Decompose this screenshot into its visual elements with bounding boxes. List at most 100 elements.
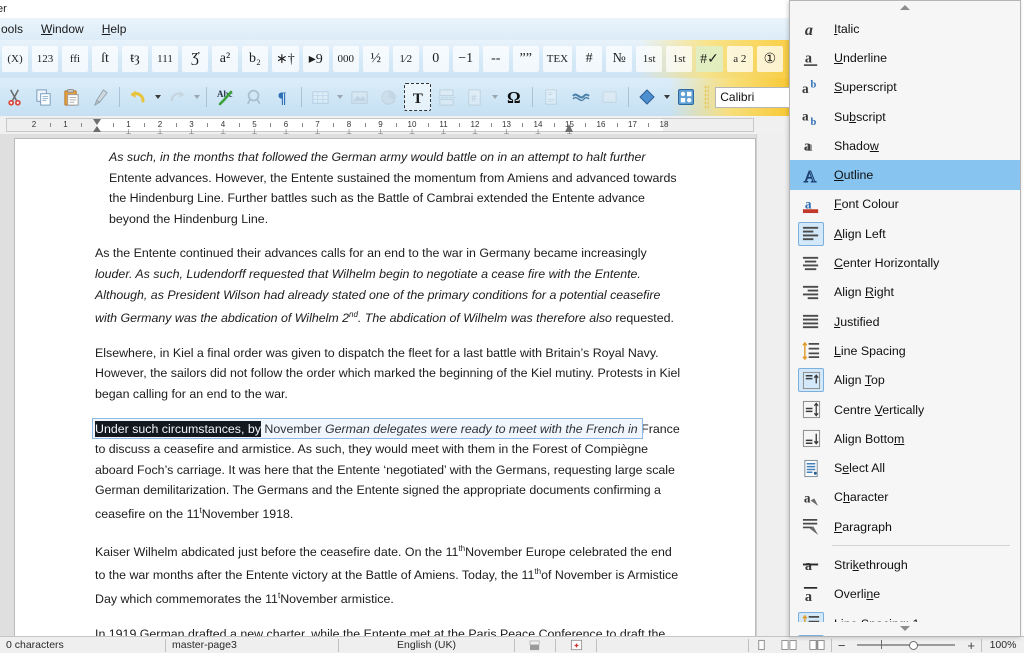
- undo-icon[interactable]: [125, 83, 152, 111]
- document-page[interactable]: As such, in the months that followed the…: [14, 138, 756, 636]
- oldstyle-figures-button[interactable]: 123: [32, 46, 58, 72]
- special-character-icon[interactable]: Ω: [501, 83, 528, 111]
- lining-figures-button[interactable]: 111: [152, 46, 178, 72]
- horizontal-ruler[interactable]: 211⊥2⊥3⊥4⊥5⊥6⊥7⊥8⊥9⊥10⊥11⊥12⊥13⊥14⊥15⊥16…: [0, 116, 790, 134]
- menu-help[interactable]: Help: [93, 20, 136, 38]
- hash-button[interactable]: #: [576, 46, 602, 72]
- book-view-icon[interactable]: [803, 637, 831, 653]
- menu-item-centre-vertically[interactable]: Centre Vertically: [790, 395, 1020, 424]
- menu-item-center-horizontally[interactable]: Center Horizontally: [790, 248, 1020, 277]
- menu-item-character[interactable]: aCharacter: [790, 483, 1020, 512]
- single-page-view-icon[interactable]: [749, 637, 775, 653]
- table-dropdown-caret: [335, 84, 345, 110]
- basic-shapes-icon[interactable]: [634, 83, 661, 111]
- menu-item-line-spacing[interactable]: Line Spacing: [790, 336, 1020, 365]
- menu-item-shadow[interactable]: aaShadow: [790, 131, 1020, 160]
- ruler-indent-right[interactable]: [565, 124, 574, 132]
- ballot-x-button[interactable]: (X): [2, 46, 28, 72]
- minus-one-button[interactable]: −1: [453, 46, 479, 72]
- insert-bookmark-icon[interactable]: [567, 83, 594, 111]
- page-text-body[interactable]: As such, in the months that followed the…: [95, 147, 685, 636]
- ruler-right-margin: [663, 119, 753, 131]
- tex-button[interactable]: TEX: [543, 46, 572, 72]
- double-hyphen-button[interactable]: --: [483, 46, 509, 72]
- paragraph[interactable]: In 1919 German drafted a new charter, wh…: [95, 624, 685, 636]
- menu-item-select-all[interactable]: Select All: [790, 453, 1020, 482]
- stacked-half-button[interactable]: 1⁄2: [393, 46, 419, 72]
- menu-item-strikethrough[interactable]: aStrikethrough: [790, 550, 1020, 579]
- ligature-tz-button[interactable]: ŧȝ: [122, 46, 148, 72]
- slashed-nine-button[interactable]: ▸9: [303, 46, 329, 72]
- paragraph[interactable]: As the Entente continued their advances …: [95, 243, 685, 329]
- asterisk-dagger-button[interactable]: ∗†: [272, 46, 299, 72]
- insert-text-box-icon[interactable]: T: [404, 83, 431, 111]
- triple-zero-button[interactable]: 000: [333, 46, 359, 72]
- zoom-out-icon[interactable]: −: [838, 638, 846, 653]
- quotes-button[interactable]: ””: [513, 46, 539, 72]
- status-language[interactable]: English (UK): [339, 637, 514, 653]
- ordinal-flat-button[interactable]: 1st: [636, 46, 662, 72]
- status-save-icon[interactable]: [556, 637, 596, 653]
- subscript-b2-button[interactable]: b₂: [242, 46, 268, 72]
- circled-one-button[interactable]: ①: [757, 46, 783, 72]
- letter-number-button[interactable]: a 2: [727, 46, 753, 72]
- clone-formatting-icon[interactable]: [87, 83, 114, 111]
- fraction-half-button[interactable]: ½: [363, 46, 389, 72]
- undo-dropdown-caret[interactable]: [153, 84, 163, 110]
- zoom-slider-knob[interactable]: [909, 641, 918, 650]
- menu-item-superscript[interactable]: abSuperscript: [790, 73, 1020, 102]
- zoom-level-label[interactable]: 100%: [982, 637, 1024, 653]
- ligature-st-button[interactable]: ſt: [92, 46, 118, 72]
- format-overflow-menu[interactable]: aItalicaUnderlineabSuperscriptabSubscrip…: [789, 0, 1021, 637]
- ornament-button[interactable]: Ʒ̓: [182, 46, 208, 72]
- spelling-icon[interactable]: Abc: [212, 83, 239, 111]
- paragraph[interactable]: Kaiser Wilhelm abdicated just before the…: [95, 539, 685, 610]
- menu-item-align-top[interactable]: Align Top: [790, 366, 1020, 395]
- shapes-dropdown-caret[interactable]: [661, 84, 671, 110]
- menu-item-align-bottom[interactable]: Align Bottom: [790, 424, 1020, 453]
- menu-item-paragraph[interactable]: Paragraph: [790, 512, 1020, 541]
- zoom-slider-track[interactable]: [847, 639, 965, 651]
- scroll-down-arrow[interactable]: [791, 622, 1019, 635]
- menu-window[interactable]: Window: [32, 20, 93, 38]
- document-canvas[interactable]: As such, in the months that followed the…: [0, 134, 790, 636]
- find-replace-icon[interactable]: [241, 83, 268, 111]
- ordinal-superscript-button[interactable]: 1st: [666, 46, 692, 72]
- status-selection-mode-icon[interactable]: [515, 637, 555, 653]
- status-page-style[interactable]: master-page3: [166, 637, 338, 653]
- sidebar-strip[interactable]: [756, 134, 790, 636]
- menu-item-overline[interactable]: aOverline: [790, 580, 1020, 609]
- hash-check-button[interactable]: #✓: [696, 46, 723, 72]
- ligature-ffi-button[interactable]: ffi: [62, 46, 88, 72]
- menu-item-italic[interactable]: aItalic: [790, 14, 1020, 43]
- copy-icon[interactable]: [30, 83, 57, 111]
- numero-button[interactable]: №: [606, 46, 632, 72]
- paste-icon[interactable]: [58, 83, 85, 111]
- menu-item-subscript[interactable]: abSubscript: [790, 102, 1020, 131]
- menu-item-label: Align Right: [834, 285, 894, 299]
- font-name-field[interactable]: Calibri: [715, 87, 790, 108]
- menu-item-outline[interactable]: AOutline: [790, 160, 1020, 189]
- menu-item-justified[interactable]: Justified: [790, 307, 1020, 336]
- slashed-zero-button[interactable]: 0: [423, 46, 449, 72]
- cut-icon[interactable]: [1, 83, 28, 111]
- menu-item-font-colour[interactable]: aFont Colour: [790, 190, 1020, 219]
- zoom-slider[interactable]: − +: [832, 637, 981, 653]
- ruler-indent-left[interactable]: [93, 119, 102, 132]
- menu-item-align-left[interactable]: Align Left: [790, 219, 1020, 248]
- special-characters-toolbar: (X)123ffiſtŧȝ111Ʒ̓a²b₂∗†▸9000½1⁄20−1--””…: [0, 40, 790, 78]
- paragraph[interactable]: Under such circumstances, by November Ge…: [95, 419, 685, 525]
- paragraph[interactable]: As such, in the months that followed the…: [95, 147, 685, 229]
- superscript-a2-button[interactable]: a²: [212, 46, 238, 72]
- menu-item-align-right[interactable]: Align Right: [790, 278, 1020, 307]
- scroll-up-arrow[interactable]: [790, 1, 1020, 14]
- zoom-in-icon[interactable]: +: [967, 638, 975, 653]
- paragraph[interactable]: Elsewhere, in Kiel a final order was giv…: [95, 343, 685, 405]
- menu-item-underline[interactable]: aUnderline: [790, 43, 1020, 72]
- toolbar-gripper[interactable]: [704, 85, 710, 109]
- multi-page-view-icon[interactable]: [775, 637, 803, 653]
- menu-ools[interactable]: ools: [0, 20, 32, 38]
- ruler-track[interactable]: 211⊥2⊥3⊥4⊥5⊥6⊥7⊥8⊥9⊥10⊥11⊥12⊥13⊥14⊥15⊥16…: [6, 118, 754, 132]
- formatting-marks-icon[interactable]: ¶: [270, 83, 297, 111]
- show-draw-functions-icon[interactable]: [673, 83, 700, 111]
